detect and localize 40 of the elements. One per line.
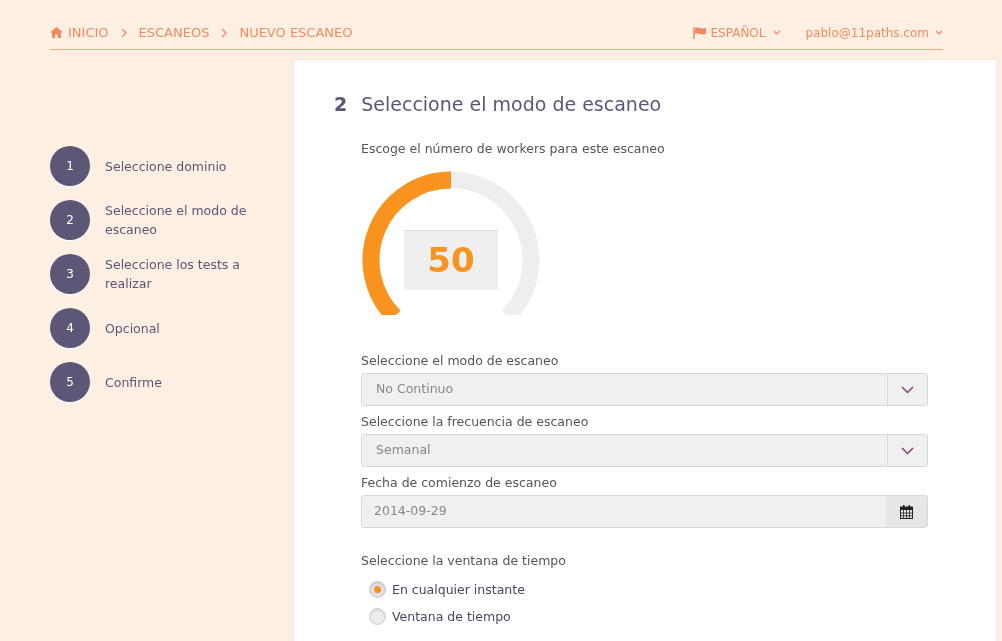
chevron-down-icon (901, 446, 914, 455)
home-link[interactable]: INICIO (50, 22, 109, 43)
field-label: Escoge el número de workers para este escaneo (361, 139, 666, 158)
field-label: Fecha de comienzo de escaneo (361, 475, 558, 492)
home-link-text[interactable]: INICIO (68, 22, 109, 43)
chevron-right-icon (221, 27, 228, 38)
step-number: 3 (50, 254, 90, 294)
step-label: Seleccione el modo de escaneo (105, 202, 248, 239)
section-number: 2 (334, 92, 348, 117)
select-field[interactable]: Semanal (361, 434, 928, 468)
radio-label: En cualquier instante (392, 581, 525, 598)
section-title: Seleccione el modo de escaneo (361, 92, 662, 117)
breadcrumb-link[interactable]: NUEVO ESCANEO (239, 22, 353, 43)
select-field[interactable]: No Continuo (361, 373, 928, 407)
step-label: Seleccione dominio (105, 157, 228, 176)
home-icon (50, 27, 63, 38)
calendar-icon (900, 504, 913, 519)
step-number: 2 (50, 200, 90, 240)
workers-gauge[interactable]: 50 (361, 170, 543, 316)
chevron-right-icon (120, 27, 127, 38)
field-label: Seleccione la ventana de tiempo (361, 552, 567, 571)
radio-button[interactable] (369, 608, 386, 625)
chevron-down-icon (773, 30, 782, 35)
date-field[interactable]: 2014-09-29 (361, 495, 928, 529)
chevron-down-icon (935, 30, 943, 35)
step-number: 4 (50, 308, 90, 348)
radio-button[interactable] (369, 581, 386, 598)
step-number: 5 (50, 362, 90, 402)
radio-label: Ventana de tiempo (392, 608, 511, 625)
breadcrumb-link[interactable]: ESCANEOS (138, 22, 210, 43)
flag-icon (692, 26, 707, 39)
field-label: Seleccione la frecuencia de escaneo (361, 414, 590, 431)
chevron-down-icon (901, 385, 914, 394)
step-label: Opcional (105, 319, 161, 338)
user-menu[interactable]: pablo@11paths.com (805, 23, 943, 42)
step-number: 1 (50, 146, 90, 186)
step-label: Seleccione los tests a realizar (105, 256, 241, 293)
language-menu[interactable]: ESPAÑOL (692, 23, 782, 42)
step-label: Confirme (105, 373, 163, 392)
field-label: Seleccione el modo de escaneo (361, 353, 560, 370)
